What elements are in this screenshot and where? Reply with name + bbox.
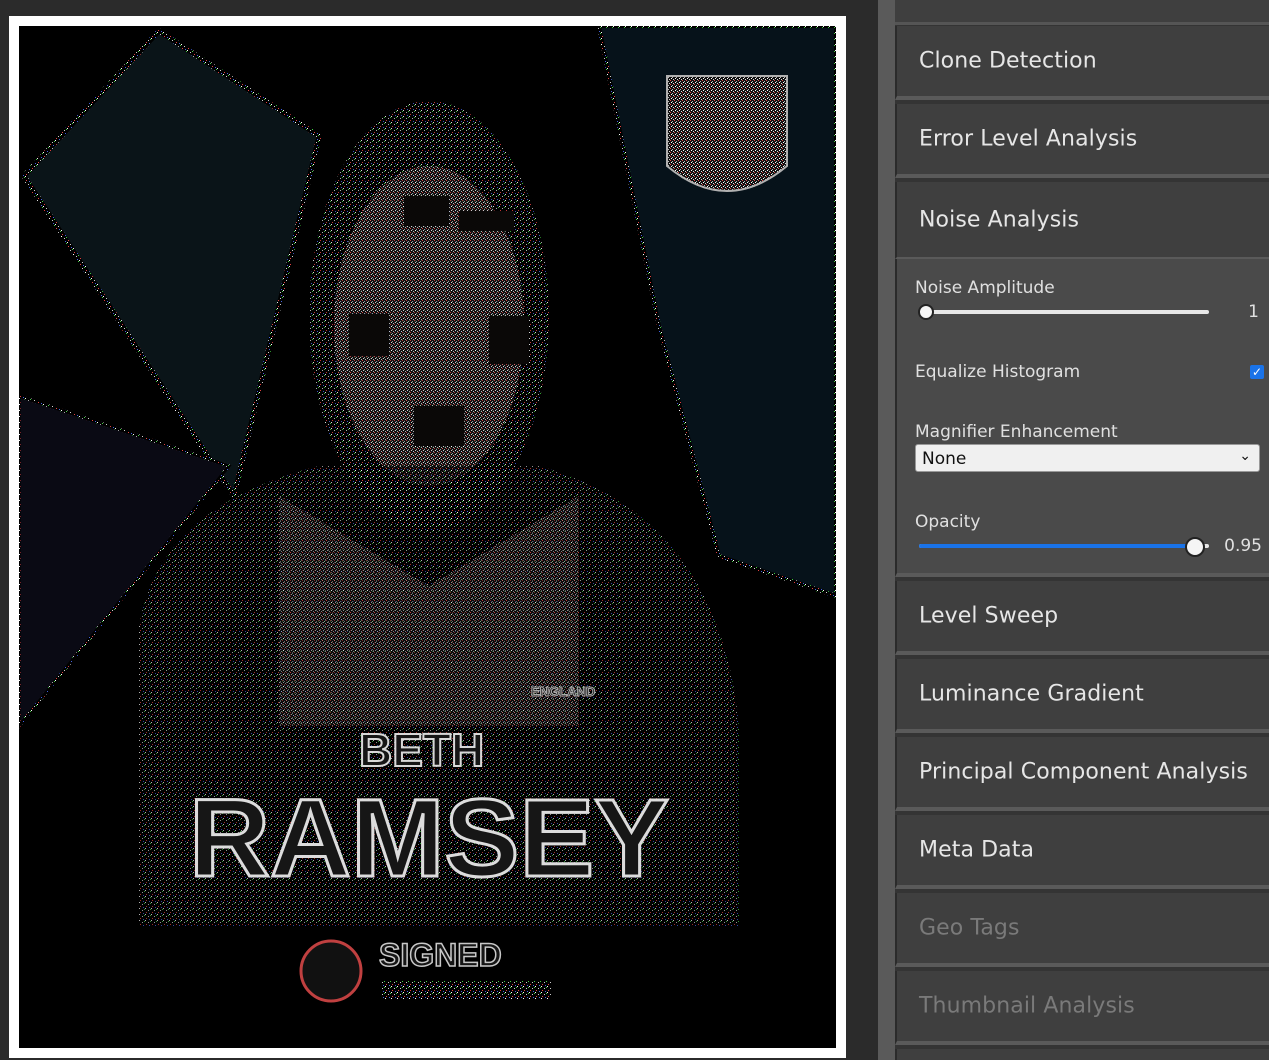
section-principal-component-analysis[interactable]: Principal Component Analysis <box>895 737 1269 811</box>
section-label: Luminance Gradient <box>919 681 1144 707</box>
section-error-level-analysis[interactable]: Error Level Analysis <box>895 104 1269 178</box>
poster-badge-text: SIGNED <box>379 937 502 973</box>
magnifier-enhancement-label: Magnifier Enhancement <box>915 422 1118 442</box>
accordion-top-stub <box>895 0 1269 25</box>
section-noise-analysis[interactable]: Noise Analysis <box>895 182 1269 259</box>
magnifier-enhancement-select[interactable]: None ⌄ <box>915 444 1260 472</box>
equalize-histogram-label: Equalize Histogram <box>915 362 1081 382</box>
section-label: Geo Tags <box>919 915 1020 941</box>
panel-scrollbar[interactable] <box>878 0 895 1060</box>
section-geo-tags: Geo Tags <box>895 893 1269 967</box>
opacity-slider-fill <box>919 544 1195 548</box>
section-thumbnail-analysis: Thumbnail Analysis <box>895 971 1269 1045</box>
noise-amplitude-label: Noise Amplitude <box>915 278 1055 298</box>
noise-amplitude-value: 1 <box>1248 302 1259 322</box>
poster-last-name: RAMSEY <box>189 777 669 900</box>
noise-analysis-controls: Noise Amplitude 1 Equalize Histogram ✓ M… <box>895 259 1269 577</box>
section-luminance-gradient[interactable]: Luminance Gradient <box>895 659 1269 733</box>
section-level-sweep[interactable]: Level Sweep <box>895 581 1269 655</box>
noise-analysis-image[interactable]: BETH RAMSEY SIGNED ENGLAND <box>19 26 836 1048</box>
section-label: Meta Data <box>919 837 1035 863</box>
opacity-label: Opacity <box>915 512 981 532</box>
noise-amplitude-thumb[interactable] <box>918 304 934 320</box>
section-next-stub <box>895 1049 1269 1060</box>
section-meta-data[interactable]: Meta Data <box>895 815 1269 889</box>
noise-amplitude-slider[interactable] <box>919 310 1209 314</box>
section-label: Thumbnail Analysis <box>919 993 1135 1019</box>
image-frame: BETH RAMSEY SIGNED ENGLAND <box>9 16 846 1058</box>
magnifier-selected-value: None <box>922 449 967 469</box>
opacity-value: 0.95 <box>1224 536 1262 556</box>
canvas-area: BETH RAMSEY SIGNED ENGLAND <box>0 0 878 1060</box>
section-label: Level Sweep <box>919 603 1059 629</box>
section-label: Noise Analysis <box>919 207 1080 232</box>
section-label: Error Level Analysis <box>919 126 1138 152</box>
poster-first-name: BETH <box>359 724 484 776</box>
analysis-panel: Clone Detection Error Level Analysis Noi… <box>895 0 1269 1060</box>
section-label: Clone Detection <box>919 48 1097 74</box>
poster-crest-text: ENGLAND <box>531 684 595 699</box>
chevron-down-icon: ⌄ <box>1239 448 1251 464</box>
equalize-histogram-checkbox[interactable]: ✓ <box>1250 365 1264 379</box>
section-clone-detection[interactable]: Clone Detection <box>895 26 1269 100</box>
opacity-slider-thumb[interactable] <box>1185 537 1205 557</box>
section-label: Principal Component Analysis <box>919 759 1248 785</box>
